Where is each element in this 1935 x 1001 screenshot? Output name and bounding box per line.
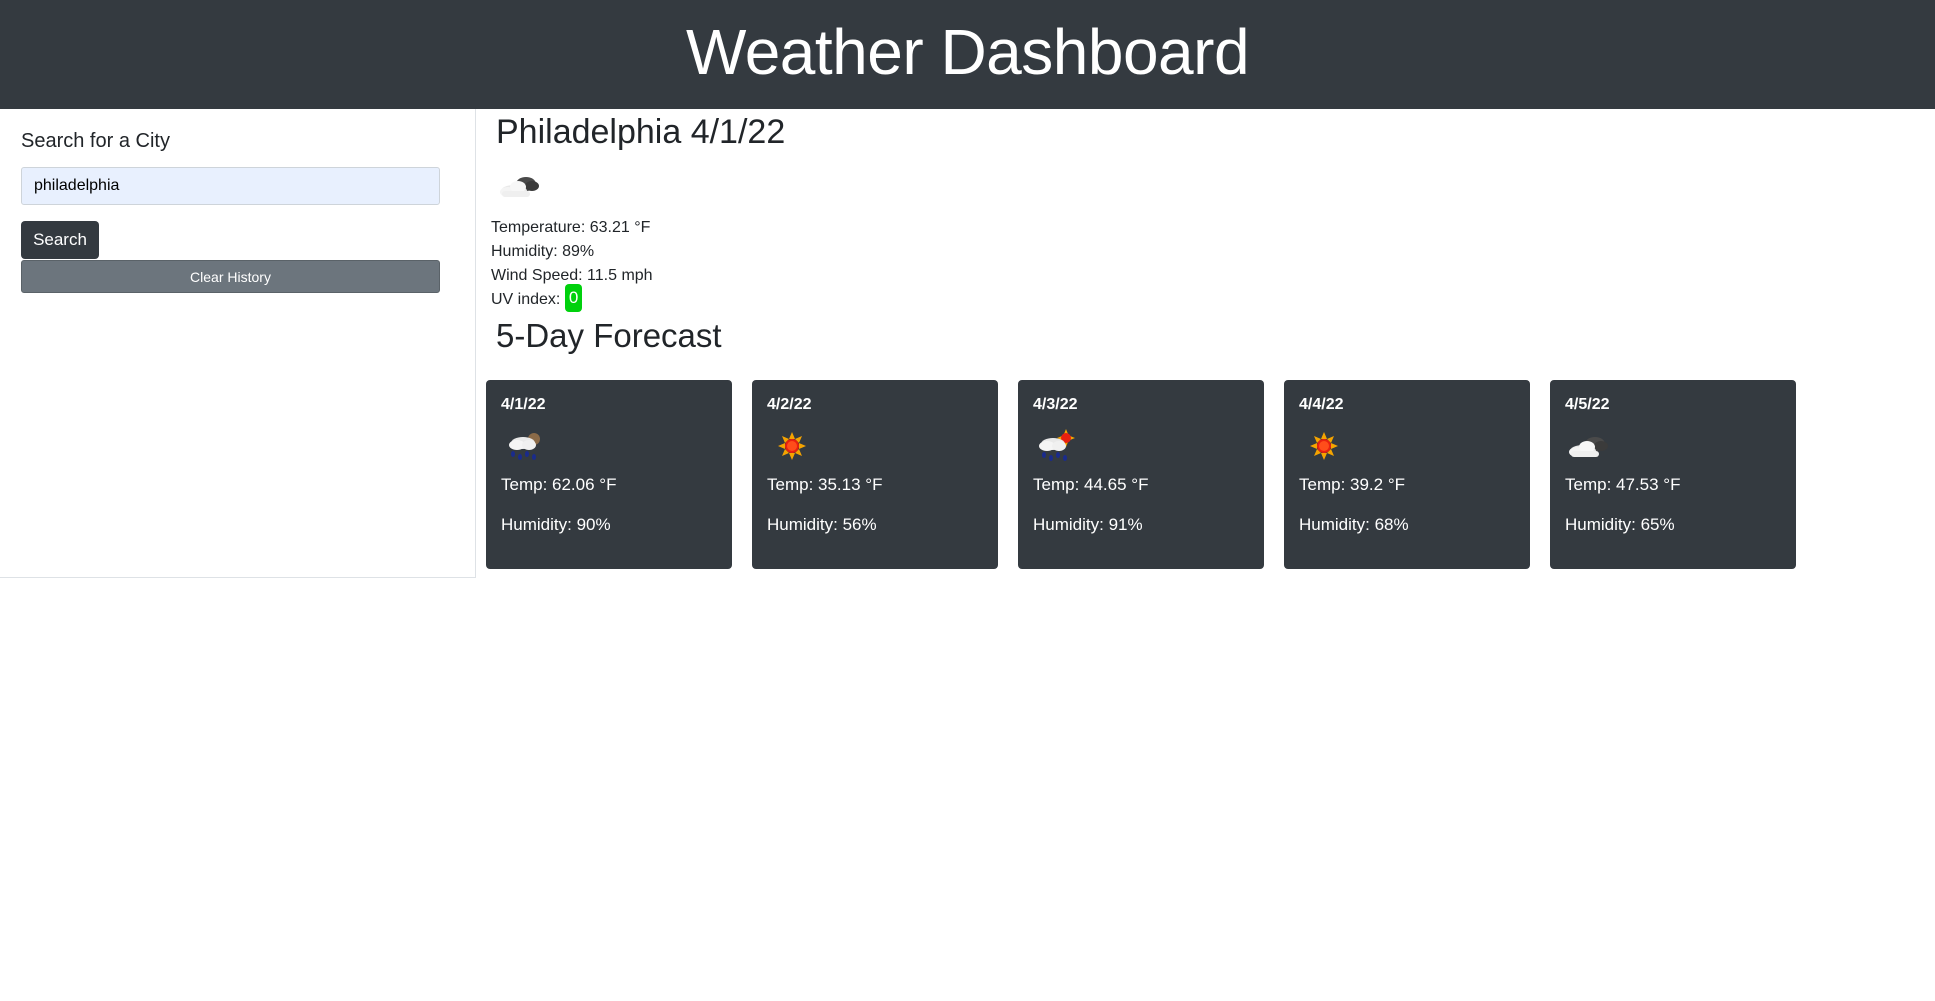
- rain-icon: [501, 428, 551, 464]
- city-search-input[interactable]: [21, 167, 440, 205]
- forecast-date: 4/3/22: [1033, 396, 1078, 413]
- forecast-date: 4/5/22: [1565, 396, 1610, 413]
- current-city-title: Philadelphia 4/1/22: [496, 113, 786, 151]
- forecast-humidity: Humidity: 68%: [1299, 515, 1409, 534]
- search-panel: Search for a City Search Clear History: [0, 109, 476, 578]
- forecast-card: 4/1/22 Temp: 62.06 °F Humidity: 90%: [486, 380, 732, 569]
- current-uv-row: UV index: 0: [491, 284, 653, 312]
- forecast-humidity: Humidity: 65%: [1565, 515, 1675, 534]
- forecast-card: 4/2/22 Temp: 35.13 °F Humidity: 56%: [752, 380, 998, 569]
- current-weather-stats: Temperature: 63.21 °F Humidity: 89% Wind…: [491, 216, 653, 312]
- uv-index-badge: 0: [564, 284, 583, 312]
- search-label: Search for a City: [21, 130, 170, 152]
- app-header: Weather Dashboard: [0, 0, 1935, 109]
- forecast-temp: Temp: 44.65 °F: [1033, 475, 1149, 494]
- forecast-card: 4/3/22 Temp: 44.65 °F Humidity: 91%: [1018, 380, 1264, 569]
- forecast-humidity: Humidity: 91%: [1033, 515, 1143, 534]
- cloud-icon: [1565, 428, 1615, 464]
- clear-history-button[interactable]: Clear History: [21, 260, 440, 293]
- forecast-humidity: Humidity: 56%: [767, 515, 877, 534]
- forecast-card: 4/4/22 Temp: 39.2 °F Humidity: 68%: [1284, 380, 1530, 569]
- forecast-title: 5-Day Forecast: [496, 317, 722, 354]
- forecast-date: 4/4/22: [1299, 396, 1344, 413]
- sun-icon: [767, 428, 817, 464]
- forecast-temp: Temp: 35.13 °F: [767, 475, 883, 494]
- cloud-icon: [496, 168, 546, 204]
- forecast-temp: Temp: 47.53 °F: [1565, 475, 1681, 494]
- current-humidity: Humidity: 89%: [491, 243, 595, 260]
- app-title: Weather Dashboard: [685, 15, 1250, 88]
- forecast-temp: Temp: 62.06 °F: [501, 475, 617, 494]
- rain-sun-icon: [1033, 428, 1083, 464]
- sun-icon: [1299, 428, 1349, 464]
- forecast-humidity: Humidity: 90%: [501, 515, 611, 534]
- forecast-card: 4/5/22 Temp: 47.53 °F Humidity: 65%: [1550, 380, 1796, 569]
- current-temperature: Temperature: 63.21 °F: [491, 219, 651, 236]
- forecast-date: 4/1/22: [501, 396, 546, 413]
- search-button[interactable]: Search: [21, 221, 99, 259]
- forecast-date: 4/2/22: [767, 396, 812, 413]
- forecast-temp: Temp: 39.2 °F: [1299, 475, 1406, 494]
- uv-index-label: UV index:: [491, 291, 565, 309]
